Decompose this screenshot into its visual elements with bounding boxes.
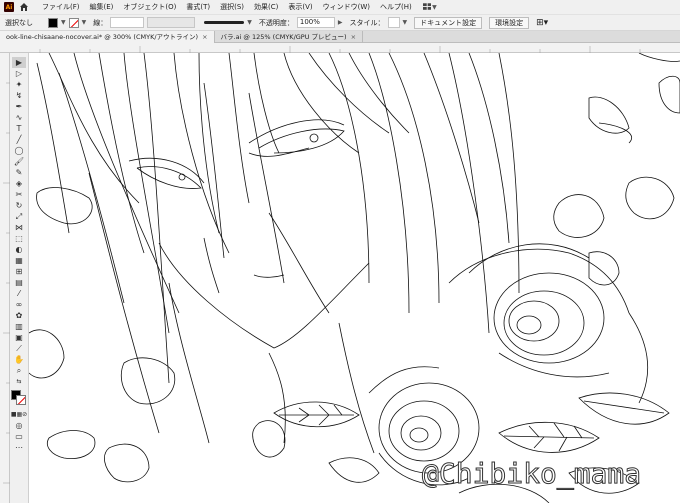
- tab-label: バラ.ai @ 125% (CMYK/GPU プレビュー): [220, 33, 347, 41]
- close-icon[interactable]: ×: [202, 33, 207, 41]
- color-mode-icons[interactable]: ■▦⊘: [11, 409, 27, 420]
- slice-tool-icon[interactable]: ⟋: [12, 343, 26, 354]
- hand-tool-icon[interactable]: ✋: [12, 354, 26, 365]
- style-dropdown-icon[interactable]: ▼: [403, 19, 408, 26]
- fill-dropdown-icon[interactable]: ▼: [61, 19, 66, 26]
- fill-swatch[interactable]: [48, 17, 58, 28]
- tab-rose-document[interactable]: バラ.ai @ 125% (CMYK/GPU プレビュー) ×: [215, 31, 364, 43]
- document-settings-button[interactable]: ドキュメント設定: [414, 16, 483, 29]
- tab-line-document[interactable]: ook-line-chisaane-nocover.ai* @ 300% (CM…: [0, 31, 215, 43]
- rotate-tool-icon[interactable]: ↻: [12, 200, 26, 211]
- gradient-tool-icon[interactable]: ▤: [12, 277, 26, 288]
- tab-label: ook-line-chisaane-nocover.ai* @ 300% (CM…: [6, 33, 199, 41]
- symbol-sprayer-tool-icon[interactable]: ✿: [12, 310, 26, 321]
- hair-lines: [36, 53, 520, 444]
- menu-effect[interactable]: 効果(C): [249, 0, 283, 14]
- magic-wand-tool-icon[interactable]: ✦: [12, 79, 26, 90]
- artboard-canvas[interactable]: @Chibiko_mama: [29, 53, 680, 503]
- app-logo: Ai: [4, 2, 14, 12]
- brush-definition-preview[interactable]: [204, 21, 245, 24]
- tools-panel: ▶ ▷ ✦ ↯ ✒ ∿ T ╱ ◯ 🖌 ✎ ◈ ✂ ↻ ⤢ ⋈ ⬚ ◐ ▦ ⊞ …: [10, 53, 29, 503]
- opacity-field[interactable]: 100%: [296, 17, 335, 28]
- close-icon[interactable]: ×: [351, 33, 356, 41]
- variable-width-field[interactable]: [147, 17, 196, 28]
- line-segment-tool-icon[interactable]: ╱: [12, 134, 26, 145]
- menu-object[interactable]: オブジェクト(O): [118, 0, 181, 14]
- style-swatch[interactable]: [387, 17, 400, 28]
- swap-fill-stroke-icon[interactable]: ⇆: [12, 376, 26, 387]
- drawing-mode-icon[interactable]: ◎: [12, 420, 26, 431]
- menu-help[interactable]: ヘルプ(H): [375, 0, 417, 14]
- menu-select[interactable]: 選択(S): [215, 0, 249, 14]
- direct-selection-tool-icon[interactable]: ▷: [12, 68, 26, 79]
- zoom-tool-icon[interactable]: ⌕: [12, 365, 26, 376]
- menu-file[interactable]: ファイル(F): [37, 0, 85, 14]
- mesh-tool-icon[interactable]: ⊞: [12, 266, 26, 277]
- eyes: [128, 119, 345, 189]
- menu-type[interactable]: 書式(T): [181, 0, 215, 14]
- lasso-tool-icon[interactable]: ↯: [12, 90, 26, 101]
- preferences-button[interactable]: 環境設定: [489, 16, 530, 29]
- document-tab-bar: ook-line-chisaane-nocover.ai* @ 300% (CM…: [0, 31, 680, 43]
- curvature-tool-icon[interactable]: ∿: [12, 112, 26, 123]
- home-icon[interactable]: [19, 2, 29, 12]
- ellipse-tool-icon[interactable]: ◯: [12, 145, 26, 156]
- eraser-tool-icon[interactable]: ◈: [12, 178, 26, 189]
- horizontal-ruler[interactable]: [0, 43, 680, 53]
- brush-dropdown-icon[interactable]: ▼: [247, 19, 252, 26]
- selection-status: 選択なし: [5, 18, 33, 27]
- menu-bar: Ai ファイル(F) 編集(E) オブジェクト(O) 書式(T) 選択(S) 効…: [0, 0, 680, 14]
- stroke-dropdown-icon[interactable]: ▼: [82, 19, 87, 26]
- column-graph-tool-icon[interactable]: ▥: [12, 321, 26, 332]
- edit-toolbar-icon[interactable]: ⋯: [12, 442, 26, 453]
- menu-edit[interactable]: 編集(E): [85, 0, 119, 14]
- stroke-weight-field[interactable]: [110, 17, 145, 28]
- free-transform-tool-icon[interactable]: ⬚: [12, 233, 26, 244]
- blend-tool-icon[interactable]: ∞: [12, 299, 26, 310]
- style-label: スタイル：: [349, 18, 385, 27]
- vertical-ruler[interactable]: [0, 53, 10, 503]
- eyedropper-tool-icon[interactable]: ⁄: [12, 288, 26, 299]
- opacity-dropdown-icon[interactable]: ▶: [338, 19, 343, 26]
- artboard-tool-icon[interactable]: ▣: [12, 332, 26, 343]
- shape-builder-tool-icon[interactable]: ◐: [12, 244, 26, 255]
- scissors-tool-icon[interactable]: ✂: [12, 189, 26, 200]
- stroke-indicator[interactable]: [16, 395, 26, 405]
- menu-window[interactable]: ウィンドウ(W): [318, 0, 375, 14]
- watermark-text: @Chibiko_mama: [421, 457, 642, 491]
- menu-view[interactable]: 表示(V): [283, 0, 317, 14]
- workspace-switcher-icon[interactable]: ▼: [422, 2, 437, 12]
- stroke-swatch[interactable]: [68, 17, 79, 28]
- scale-tool-icon[interactable]: ⤢: [12, 211, 26, 222]
- control-bar: 選択なし ▼ ▼ 線： ▼ 不透明度： 100% ▶ スタイル： ▼ ドキュメン…: [0, 14, 680, 31]
- line-art-illustration: [29, 53, 680, 503]
- pencil-tool-icon[interactable]: ✎: [12, 167, 26, 178]
- align-options-icon[interactable]: ⊞▾: [536, 18, 548, 28]
- fill-stroke-indicator[interactable]: [11, 390, 27, 406]
- stroke-label: 線：: [93, 18, 108, 27]
- pen-tool-icon[interactable]: ✒: [12, 101, 26, 112]
- perspective-grid-tool-icon[interactable]: ▦: [12, 255, 26, 266]
- type-tool-icon[interactable]: T: [12, 123, 26, 134]
- opacity-value: 100%: [299, 18, 320, 26]
- screen-mode-icon[interactable]: ▭: [12, 431, 26, 442]
- opacity-label: 不透明度：: [258, 18, 294, 27]
- width-tool-icon[interactable]: ⋈: [12, 222, 26, 233]
- selection-tool-icon[interactable]: ▶: [12, 57, 26, 68]
- rose: [368, 243, 649, 486]
- paintbrush-tool-icon[interactable]: 🖌: [12, 156, 26, 167]
